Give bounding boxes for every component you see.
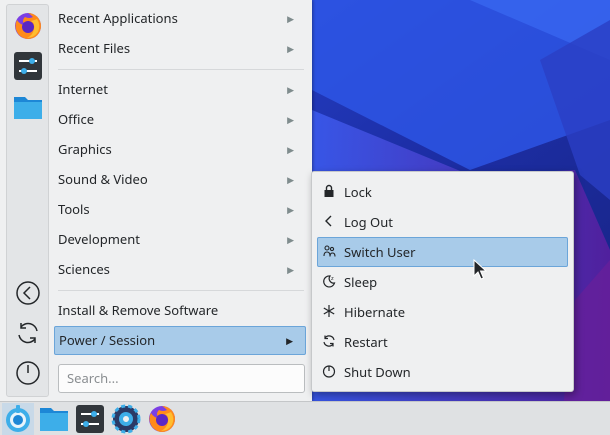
- mouse-cursor-icon: [473, 259, 487, 280]
- svg-text:z: z: [331, 276, 334, 282]
- chevron-right-icon: ▶: [287, 203, 294, 216]
- chevron-right-icon: ▶: [287, 233, 294, 246]
- chevron-right-icon: ▶: [287, 263, 294, 276]
- submenu-log-out[interactable]: Log Out: [317, 207, 568, 237]
- menu-graphics[interactable]: Graphics ▶: [54, 135, 306, 164]
- firefox-icon[interactable]: [146, 403, 178, 435]
- submenu-shut-down[interactable]: Shut Down: [317, 357, 568, 387]
- submenu-item-label: Lock: [344, 183, 372, 201]
- submenu-item-label: Hibernate: [344, 303, 406, 321]
- menu-separator: [58, 290, 304, 291]
- menu-sciences[interactable]: Sciences ▶: [54, 255, 306, 284]
- restart-icon: [323, 335, 335, 347]
- menu-item-label: Install & Remove Software: [58, 301, 219, 319]
- menu-item-label: Office: [58, 110, 95, 128]
- chevron-right-icon: ▶: [287, 113, 294, 126]
- system-settings-icon[interactable]: [74, 403, 106, 435]
- lock-icon: [324, 184, 334, 197]
- menu-item-label: Development: [58, 230, 140, 248]
- firefox-icon[interactable]: [12, 10, 44, 42]
- menu-office[interactable]: Office ▶: [54, 105, 306, 134]
- taskbar: [0, 401, 610, 435]
- menu-separator: [58, 69, 304, 70]
- submenu-item-label: Log Out: [344, 213, 393, 231]
- submenu-item-label: Sleep: [344, 273, 378, 291]
- file-manager-icon[interactable]: [12, 91, 44, 123]
- power-icon[interactable]: [12, 357, 44, 389]
- menu-item-label: Recent Applications: [58, 9, 178, 27]
- back-icon[interactable]: [12, 277, 44, 309]
- favorites-strip: [6, 4, 49, 397]
- chevron-right-icon: ▶: [286, 334, 293, 347]
- menu-item-label: Tools: [58, 200, 90, 218]
- hibernate-icon: [323, 305, 335, 317]
- chevron-right-icon: ▶: [287, 42, 294, 55]
- submenu-hibernate[interactable]: Hibernate: [317, 297, 568, 327]
- menu-internet[interactable]: Internet ▶: [54, 75, 306, 104]
- submenu-lock[interactable]: Lock: [317, 177, 568, 207]
- chevron-right-icon: ▶: [287, 12, 294, 25]
- menu-recent-files[interactable]: Recent Files ▶: [54, 34, 306, 63]
- menu-sound-video[interactable]: Sound & Video ▶: [54, 165, 306, 194]
- launcher-icon[interactable]: [2, 403, 34, 435]
- submenu-item-label: Switch User: [344, 243, 416, 261]
- shutdown-icon: [322, 365, 336, 378]
- system-settings-icon[interactable]: [12, 50, 44, 82]
- menu-recent-applications[interactable]: Recent Applications ▶: [54, 4, 306, 33]
- menu-item-label: Sound & Video: [58, 170, 148, 188]
- submenu-sleep[interactable]: z Sleep: [317, 267, 568, 297]
- submenu-restart[interactable]: Restart: [317, 327, 568, 357]
- refresh-icon[interactable]: [12, 317, 44, 349]
- menu-development[interactable]: Development ▶: [54, 225, 306, 254]
- chevron-right-icon: ▶: [287, 173, 294, 186]
- submenu-item-label: Shut Down: [344, 363, 411, 381]
- sleep-icon: z: [323, 275, 336, 288]
- file-manager-icon[interactable]: [38, 403, 70, 435]
- menu-power-session[interactable]: Power / Session ▶: [54, 326, 306, 355]
- logout-icon: [325, 215, 332, 227]
- application-launcher: Recent Applications ▶ Recent Files ▶ Int…: [0, 0, 312, 401]
- menu-install-remove-software[interactable]: Install & Remove Software: [54, 296, 306, 325]
- power-session-submenu: Lock Log Out Switch User z Sleep Hiberna…: [311, 171, 574, 392]
- menu-item-label: Power / Session: [59, 331, 156, 349]
- submenu-switch-user[interactable]: Switch User: [317, 237, 568, 267]
- menu-tools[interactable]: Tools ▶: [54, 195, 306, 224]
- switch-user-icon: [323, 245, 336, 257]
- chevron-right-icon: ▶: [287, 143, 294, 156]
- discover-icon[interactable]: [110, 403, 142, 435]
- search-input[interactable]: Search...: [58, 364, 305, 393]
- menu-item-label: Internet: [58, 80, 108, 98]
- submenu-item-label: Restart: [344, 333, 388, 351]
- menu-item-label: Graphics: [58, 140, 112, 158]
- menu-item-label: Sciences: [58, 260, 110, 278]
- chevron-right-icon: ▶: [287, 83, 294, 96]
- menu-item-label: Recent Files: [58, 39, 131, 57]
